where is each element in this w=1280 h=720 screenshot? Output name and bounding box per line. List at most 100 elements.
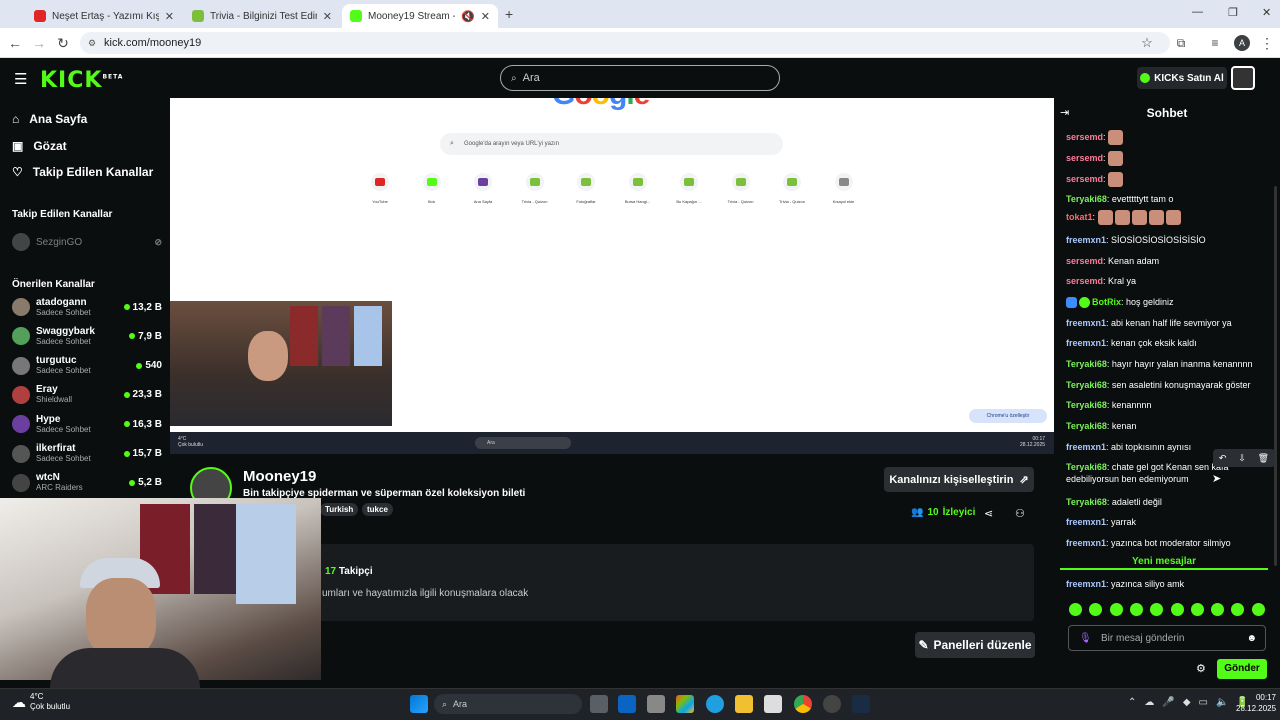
buy-kicks-button[interactable]: KICKs Satın Al xyxy=(1137,67,1227,89)
live-viewers: 23,3 B xyxy=(123,389,162,400)
tab-mooney19[interactable]: Mooney19 Stream - Watch 🔇 ✕ xyxy=(342,4,498,28)
bookmark-star-icon[interactable]: ☆ xyxy=(1138,34,1156,52)
recommended-channel-item[interactable]: Hype Sadece Sohbet 16,3 B xyxy=(12,410,162,438)
profile-avatar[interactable]: A xyxy=(1234,35,1250,51)
quick-emote-icon[interactable] xyxy=(1170,603,1184,616)
quick-emote-icon[interactable] xyxy=(1211,603,1225,616)
chat-message[interactable]: freemxn1: kenan çok eksik kaldı xyxy=(1066,337,1271,349)
minimize-icon[interactable]: — xyxy=(1192,6,1203,18)
sidebar-item-following[interactable]: ♡ Takip Edilen Kanallar xyxy=(12,165,153,179)
kick-logo[interactable]: KICKBETA xyxy=(40,68,123,93)
recommended-channel-item[interactable]: turgutuc Sadece Sohbet 540 xyxy=(12,352,162,380)
tab-trivia[interactable]: Trivia - Bilginizi Test Edin - Quiz ✕ xyxy=(184,4,340,28)
close-icon[interactable]: ✕ xyxy=(481,10,490,23)
chat-message[interactable]: BotRix: hoş geldiniz xyxy=(1066,296,1271,309)
quick-emote-icon[interactable] xyxy=(1251,603,1265,616)
profile-settings-icon[interactable]: ⚇ xyxy=(1015,507,1025,520)
maximize-icon[interactable]: ❐ xyxy=(1228,6,1238,19)
calculator-icon[interactable] xyxy=(647,695,665,713)
chat-message[interactable]: Teryaki68: evetttttytt tam o xyxy=(1066,193,1271,205)
store-icon[interactable] xyxy=(764,695,782,713)
microphone-icon[interactable]: 🎙 xyxy=(1079,633,1092,644)
chat-message[interactable]: sersemd: xyxy=(1066,151,1271,166)
search-icon: ⌕ xyxy=(511,72,517,84)
back-icon[interactable]: ← xyxy=(6,34,24,52)
extensions-icon[interactable]: ⧉ xyxy=(1172,34,1190,52)
recommended-channel-item[interactable]: ilkerfirat Sadece Sohbet 15,7 B xyxy=(12,440,162,468)
outlook-icon[interactable] xyxy=(618,695,636,713)
chat-message[interactable]: Teryaki68: kenannnn xyxy=(1066,399,1271,411)
edge-icon[interactable] xyxy=(706,695,724,713)
channel-name[interactable]: Mooney19 xyxy=(243,468,316,485)
obs-icon[interactable] xyxy=(823,695,841,713)
delete-icon[interactable]: 🗑 xyxy=(1258,453,1269,464)
recommended-channel-item[interactable]: Swaggybark Sadece Sohbet 7,9 B xyxy=(12,322,162,350)
file-explorer-icon[interactable] xyxy=(735,695,753,713)
recommended-channel-item[interactable]: wtcN ARC Raiders 5,2 B xyxy=(12,469,162,497)
quick-emote-icon[interactable] xyxy=(1190,603,1204,616)
weather-widget[interactable]: ☁ 4°C Çok bulutlu xyxy=(12,692,70,712)
chat-message[interactable]: tokat1: xyxy=(1066,210,1271,225)
send-button[interactable]: Gönder xyxy=(1217,659,1267,679)
url-field[interactable]: ⚙ kick.com/mooney19 xyxy=(80,32,1170,54)
shortcut-icon xyxy=(628,173,647,191)
close-icon[interactable]: ✕ xyxy=(165,10,174,23)
chrome-icon[interactable] xyxy=(794,695,812,713)
close-window-icon[interactable]: ✕ xyxy=(1262,6,1271,19)
reload-icon[interactable]: ↻ xyxy=(54,34,72,52)
hamburger-menu-icon[interactable]: ☰ xyxy=(14,70,27,88)
task-view-icon[interactable] xyxy=(590,695,608,713)
copilot-icon[interactable] xyxy=(676,695,694,713)
chat-message[interactable]: Teryaki68: adaletli değil xyxy=(1066,496,1271,508)
chat-message[interactable]: sersemd: Kral ya xyxy=(1066,275,1271,287)
live-dot-icon xyxy=(129,333,136,340)
close-icon[interactable]: ✕ xyxy=(323,10,332,23)
chat-message[interactable]: sersemd: xyxy=(1066,172,1271,187)
tag-turkish[interactable]: Turkish xyxy=(320,503,359,516)
quick-emote-icon[interactable] xyxy=(1069,603,1082,616)
chat-settings-icon[interactable]: ⚙ xyxy=(1196,662,1206,675)
menu-dots-icon[interactable]: ⋮ xyxy=(1258,34,1276,52)
windows-start-icon[interactable] xyxy=(410,695,428,713)
site-info-icon[interactable]: ⚙ xyxy=(88,38,96,49)
followed-channel-item[interactable]: SezginGO ⊘ xyxy=(12,228,162,256)
chat-message[interactable]: freemxn1: SİOSİOSİOSİOSİSİSİO xyxy=(1066,234,1271,246)
customize-channel-button[interactable]: Kanalınızı kişiselleştirin ⇗ xyxy=(884,467,1034,492)
reading-list-icon[interactable]: ≡ xyxy=(1206,34,1224,52)
new-tab-icon[interactable]: + xyxy=(505,6,513,22)
chat-message[interactable]: freemxn1: abi kenan half life sevmiyor y… xyxy=(1066,317,1271,329)
emoji-icon[interactable]: ☻ xyxy=(1246,633,1257,644)
sidebar-item-browse[interactable]: ▣ Gözat xyxy=(12,139,67,153)
reply-icon[interactable]: ↶ xyxy=(1219,453,1227,464)
quick-emote-icon[interactable] xyxy=(1109,603,1123,616)
chat-message[interactable]: freemxn1: yazınca siliyo amk xyxy=(1066,578,1271,590)
share-icon[interactable]: ⋖ xyxy=(984,507,993,520)
quick-emote-icon[interactable] xyxy=(1129,603,1143,616)
chat-message-input[interactable]: 🎙 Bir mesaj gönderin ☻ xyxy=(1068,625,1266,651)
chat-message[interactable]: sersemd: Kenan adam xyxy=(1066,255,1271,267)
pin-icon[interactable]: ⇩ xyxy=(1238,453,1246,464)
steam-icon[interactable] xyxy=(852,695,870,713)
mute-icon[interactable]: 🔇 xyxy=(461,10,475,23)
recommended-channel-item[interactable]: Eray Shieldwall 23,3 B xyxy=(12,381,162,409)
edit-panels-button[interactable]: ✎ Panelleri düzenle xyxy=(915,632,1035,658)
recommended-channel-item[interactable]: atadogann Sadece Sohbet 13,2 B xyxy=(12,293,162,321)
chat-message[interactable]: Teryaki68: sen asaletini konuşmayarak gö… xyxy=(1066,379,1271,391)
tab-neset-ertas[interactable]: Neşet Ertaş - Yazımı Kışa Çevirdi ✕ xyxy=(26,4,182,28)
tag-tukce[interactable]: tukce xyxy=(362,503,393,516)
search-input[interactable]: ⌕ Ara xyxy=(500,65,780,91)
forward-icon[interactable]: → xyxy=(30,34,48,52)
chat-message[interactable]: freemxn1: yarrak xyxy=(1066,516,1271,528)
user-avatar[interactable] xyxy=(1231,66,1255,90)
taskbar-clock[interactable]: 00:17 28.12.2025 xyxy=(1236,692,1276,714)
chat-message[interactable]: sersemd: xyxy=(1066,130,1271,145)
new-messages-divider[interactable]: Yeni mesajlar xyxy=(1060,556,1268,570)
chat-scrollbar[interactable] xyxy=(1274,186,1277,566)
jersey-maroon xyxy=(194,504,236,594)
sidebar-item-home[interactable]: ⌂ Ana Sayfa xyxy=(12,112,87,126)
chat-message[interactable]: Teryaki68: hayır hayır yalan inanma kena… xyxy=(1066,358,1271,370)
chat-message[interactable]: Teryaki68: kenan xyxy=(1066,420,1271,432)
live-viewers: 15,7 B xyxy=(123,448,162,459)
taskbar-search[interactable]: ⌕ Ara xyxy=(434,694,582,714)
chat-message[interactable]: freemxn1: yazınca bot moderator silmiyo xyxy=(1066,537,1271,549)
